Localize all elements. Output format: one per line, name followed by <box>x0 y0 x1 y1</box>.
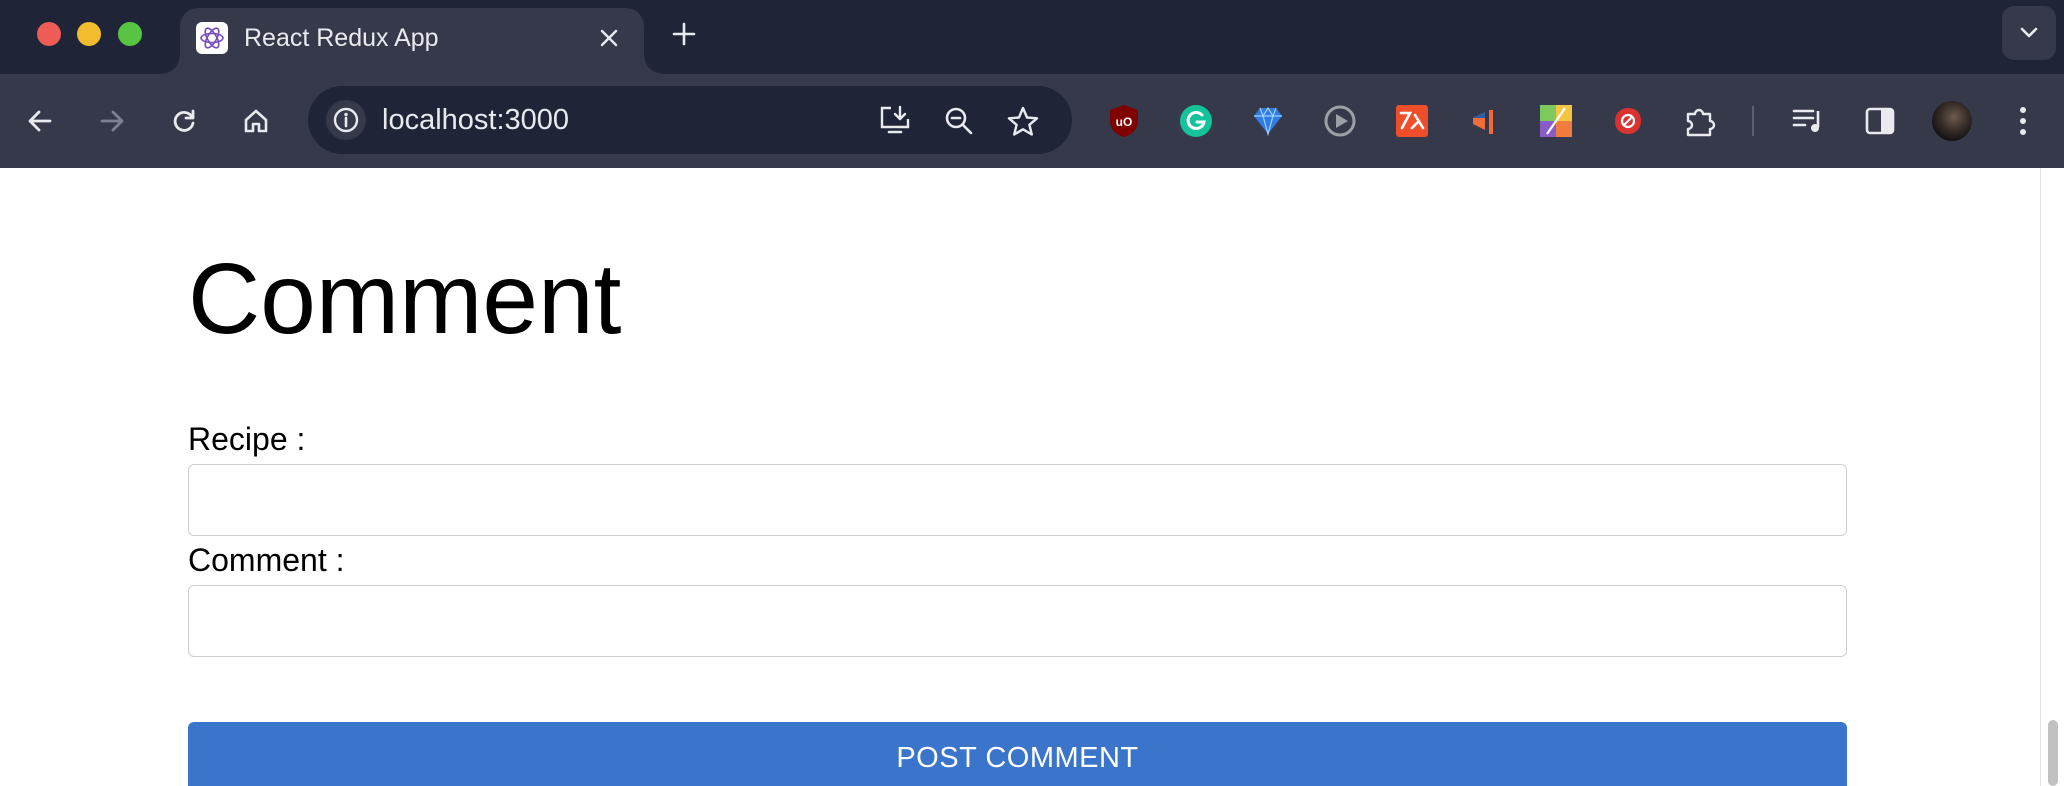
close-tab-icon[interactable] <box>592 21 626 55</box>
comment-input[interactable] <box>188 585 1847 657</box>
reload-icon[interactable] <box>163 100 205 142</box>
toolbar-divider <box>1752 106 1754 136</box>
url-text[interactable]: localhost:3000 <box>382 103 569 137</box>
tab-search-button[interactable] <box>2002 6 2056 60</box>
translate-icon[interactable] <box>1393 102 1431 140</box>
post-comment-button[interactable]: POST COMMENT <box>188 722 1847 786</box>
extensions-puzzle-icon[interactable] <box>1681 102 1719 140</box>
react-redux-icon <box>196 22 228 54</box>
play-circle-icon[interactable] <box>1321 102 1359 140</box>
maximize-window-button[interactable] <box>118 22 142 46</box>
scrollbar-thumb[interactable] <box>2048 720 2058 786</box>
profile-avatar[interactable] <box>1932 101 1972 141</box>
address-bar[interactable]: localhost:3000 <box>308 86 1072 154</box>
recipe-label: Recipe : <box>188 421 306 457</box>
page-content: Comment Recipe : Comment : POST COMMENT <box>0 168 2040 786</box>
home-icon[interactable] <box>235 100 277 142</box>
svg-text:uO: uO <box>1116 115 1133 129</box>
new-tab-icon[interactable] <box>664 14 704 54</box>
forward-arrow-icon[interactable] <box>91 100 133 142</box>
zoom-icon[interactable] <box>940 102 978 140</box>
gem-icon[interactable] <box>1249 102 1287 140</box>
side-panel-icon[interactable] <box>1861 102 1899 140</box>
comment-label: Comment : <box>188 542 345 578</box>
bookmark-star-icon[interactable] <box>1004 102 1042 140</box>
page-title: Comment <box>188 243 622 355</box>
chevron-down-icon <box>2020 27 2038 38</box>
block-icon[interactable] <box>1609 102 1647 140</box>
figma-like-icon[interactable] <box>1465 102 1503 140</box>
tab-title: React Redux App <box>244 24 439 52</box>
ublock-origin-icon[interactable]: uO <box>1105 102 1143 140</box>
reading-list-icon[interactable] <box>1789 102 1827 140</box>
page-scrollbar[interactable] <box>2040 168 2064 786</box>
install-app-icon[interactable] <box>876 102 914 140</box>
browser-toolbar: localhost:3000 uO <box>0 74 2064 168</box>
close-window-button[interactable] <box>37 22 61 46</box>
browser-tab[interactable]: React Redux App <box>162 8 662 74</box>
site-info-icon[interactable] <box>326 100 366 140</box>
recipe-input[interactable] <box>188 464 1847 536</box>
kebab-menu-icon[interactable] <box>2004 102 2042 140</box>
grammarly-icon[interactable] <box>1177 102 1215 140</box>
color-palette-icon[interactable] <box>1537 102 1575 140</box>
minimize-window-button[interactable] <box>77 22 101 46</box>
browser-tab-bar: React Redux App <box>0 0 2064 74</box>
back-arrow-icon[interactable] <box>19 100 61 142</box>
